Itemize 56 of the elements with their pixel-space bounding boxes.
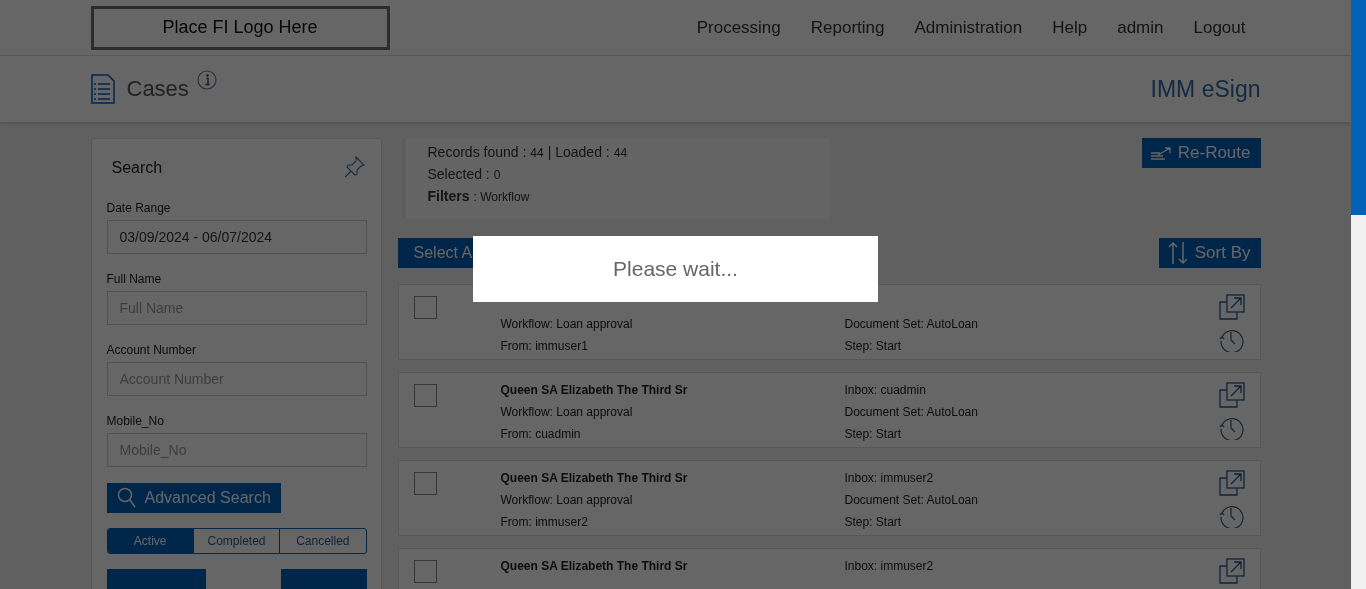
input-field[interactable]: 03/09/2024 - 06/07/2024 [106, 220, 367, 254]
nav-link[interactable]: Logout [1193, 17, 1246, 38]
case-detail: Step: Start [844, 426, 903, 442]
checkbox[interactable] [413, 560, 437, 583]
case-detail: Inbox: cuadmin [844, 382, 927, 398]
checkbox[interactable] [413, 296, 437, 319]
status-tab[interactable]: Active [107, 529, 193, 553]
sort-icon [1166, 241, 1189, 265]
sort-button[interactable]: Sort By [1158, 238, 1261, 268]
open-external-icon[interactable] [1218, 382, 1245, 408]
case-detail: Step: Start [844, 338, 903, 354]
nav-link[interactable]: Administration [914, 17, 1023, 38]
case-name: Queen SA Elizabeth The Third Sr [500, 558, 689, 574]
case-name: Queen SA Elizabeth The Third Sr [500, 382, 689, 398]
case-detail: Inbox: immuser2 [844, 558, 935, 574]
open-external-icon[interactable] [1218, 470, 1245, 496]
case-detail: Workflow: Loan approval [500, 492, 634, 508]
nav-link[interactable]: admin [1117, 17, 1164, 38]
panel-title: Search [111, 159, 163, 177]
logo: Place FI Logo Here [90, 5, 390, 50]
checkbox[interactable] [413, 384, 437, 407]
info-icon[interactable] [196, 70, 217, 90]
reroute-button[interactable]: Re-Route [1141, 138, 1261, 168]
case-detail: From: cuadmin [500, 426, 582, 442]
open-external-icon[interactable] [1218, 294, 1245, 320]
case-detail: Document Set: AutoLoan [844, 316, 979, 332]
scrollbar-thumb[interactable] [1351, 0, 1366, 215]
open-external-icon[interactable] [1218, 558, 1245, 584]
summary-line: Filters : Workflow [427, 188, 531, 204]
case-detail: Document Set: AutoLoan [844, 492, 979, 508]
field-label: Account Number [106, 343, 197, 357]
case-detail: Step: Start [844, 514, 903, 530]
nav-link[interactable]: Help [1052, 17, 1088, 38]
reroute-icon [1149, 146, 1172, 160]
status-tab[interactable]: Cancelled [279, 529, 366, 553]
advanced-search-button[interactable]: Advanced Search [106, 483, 281, 513]
field-label: Full Name [106, 272, 163, 286]
case-detail: From: immuser2 [500, 514, 589, 530]
summary-line: Selected : 0 [427, 166, 502, 182]
case-detail: Workflow: Loan approval [500, 316, 634, 332]
case-detail: Inbox: immuser2 [844, 470, 935, 486]
page-title: Cases [126, 76, 189, 102]
case-detail: Workflow: Loan approval [500, 404, 634, 420]
summary-line: Records found : 44 | Loaded : 44 [427, 144, 629, 160]
document-list-icon [90, 74, 115, 104]
app-name: IMM eSign [1150, 75, 1261, 103]
loading-message: Please wait... [473, 236, 878, 302]
nav-link[interactable]: Reporting [810, 17, 885, 38]
case-detail: Document Set: AutoLoan [844, 404, 979, 420]
case-name: Queen SA Elizabeth The Third Sr [500, 470, 689, 486]
field-label: Date Range [106, 201, 172, 215]
nav-link[interactable]: Processing [696, 17, 781, 38]
case-detail: From: immuser1 [500, 338, 589, 354]
field-label: Mobile_No [106, 414, 165, 428]
checkbox[interactable] [413, 472, 437, 495]
search-icon [116, 487, 137, 509]
